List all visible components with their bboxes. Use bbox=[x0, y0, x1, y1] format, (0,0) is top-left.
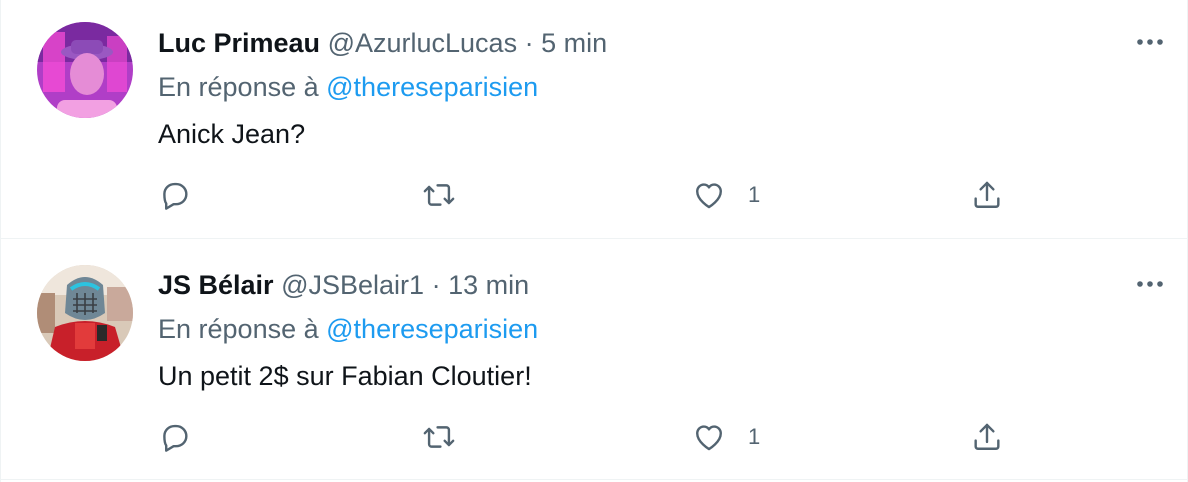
tweet-time[interactable]: 13 min bbox=[448, 270, 529, 300]
reply-button[interactable] bbox=[158, 417, 192, 457]
like-count: 1 bbox=[748, 424, 761, 449]
reply-prefix: En réponse à bbox=[158, 72, 319, 102]
reply-bubble-icon bbox=[163, 182, 188, 210]
separator-dot: · bbox=[431, 270, 441, 300]
author-name[interactable]: JS Bélair bbox=[158, 270, 274, 300]
share-icon bbox=[974, 181, 1000, 208]
reply-button[interactable] bbox=[158, 175, 192, 215]
more-dots-icon[interactable] bbox=[1133, 32, 1167, 52]
retweet-button[interactable] bbox=[422, 175, 456, 215]
like-button[interactable]: 1 bbox=[692, 417, 760, 457]
mention-link[interactable]: @thereseparisien bbox=[326, 72, 538, 102]
tweet-text: Un petit 2$ sur Fabian Cloutier! bbox=[158, 361, 532, 391]
avatar-image bbox=[37, 265, 133, 361]
action-bar: 1 bbox=[158, 417, 1018, 457]
tweet-thread: Luc Primeau @AzurlucLucas · 5 min En rép… bbox=[0, 0, 1188, 482]
tweet-text: Anick Jean? bbox=[158, 119, 306, 149]
tweet-card[interactable]: Luc Primeau @AzurlucLucas · 5 min En rép… bbox=[1, 0, 1188, 239]
like-button[interactable]: 1 bbox=[692, 175, 760, 215]
retweet-button[interactable] bbox=[422, 417, 456, 457]
tweet-header: JS Bélair @JSBelair1 · 13 min bbox=[158, 268, 529, 302]
author-handle[interactable]: @AzurlucLucas bbox=[328, 28, 518, 58]
avatar[interactable] bbox=[37, 265, 133, 361]
more-dots-icon[interactable] bbox=[1133, 274, 1167, 294]
reply-context: En réponse à @thereseparisien bbox=[158, 70, 538, 104]
separator-dot: · bbox=[524, 28, 534, 58]
retweet-icon bbox=[423, 426, 455, 448]
tweet-header: Luc Primeau @AzurlucLucas · 5 min bbox=[158, 26, 607, 60]
author-name[interactable]: Luc Primeau bbox=[158, 28, 320, 58]
author-handle[interactable]: @JSBelair1 bbox=[281, 270, 424, 300]
avatar[interactable] bbox=[37, 22, 133, 118]
like-count: 1 bbox=[748, 182, 761, 207]
share-button[interactable] bbox=[970, 417, 1004, 457]
share-button[interactable] bbox=[970, 175, 1004, 215]
tweet-time[interactable]: 5 min bbox=[541, 28, 607, 58]
reply-bubble-icon bbox=[163, 424, 188, 452]
reply-context: En réponse à @thereseparisien bbox=[158, 312, 538, 346]
heart-icon bbox=[696, 425, 722, 451]
share-icon bbox=[974, 423, 1000, 450]
tweet-card[interactable]: JS Bélair @JSBelair1 · 13 min En réponse… bbox=[1, 240, 1188, 480]
reply-prefix: En réponse à bbox=[158, 314, 319, 344]
heart-icon bbox=[696, 183, 722, 209]
avatar-image bbox=[37, 22, 133, 118]
retweet-icon bbox=[423, 184, 455, 206]
action-bar: 1 bbox=[158, 175, 1018, 215]
mention-link[interactable]: @thereseparisien bbox=[326, 314, 538, 344]
